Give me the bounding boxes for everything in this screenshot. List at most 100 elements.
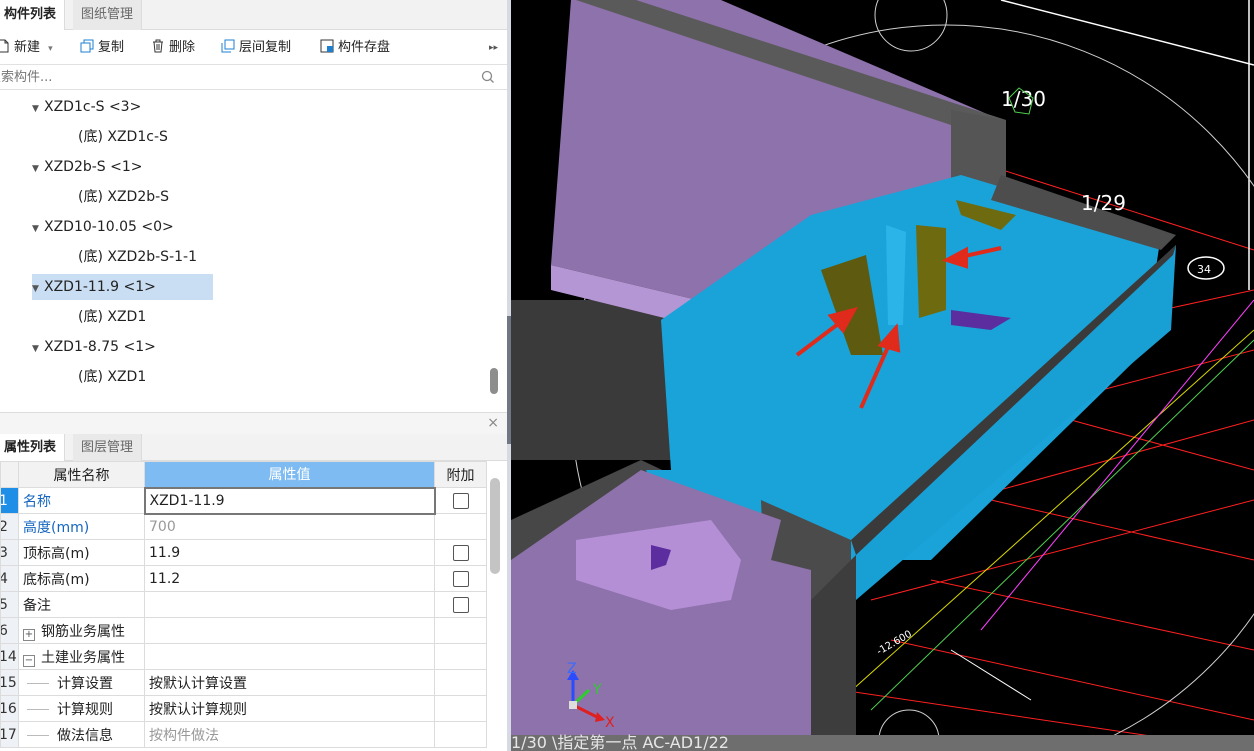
grid-bubble-label: 34 xyxy=(1197,263,1211,276)
caret-down-icon[interactable]: ▼ xyxy=(32,276,44,302)
tree-leaf[interactable]: (底) XZD1 xyxy=(78,364,146,390)
property-value[interactable]: 700 xyxy=(144,513,435,540)
expand-icon[interactable]: + xyxy=(23,628,35,641)
tab-drawing-management[interactable]: 图纸管理 xyxy=(73,0,143,30)
delete-button[interactable]: 删除 xyxy=(151,37,195,59)
search-input[interactable] xyxy=(0,65,458,89)
row-number-header xyxy=(0,461,19,488)
property-row[interactable]: 5 备注 xyxy=(0,591,487,618)
property-row[interactable]: 4 底标高(m) 11.2 xyxy=(0,565,487,592)
floor-copy-button-label: 层间复制 xyxy=(239,40,292,55)
property-group-label: 钢筋业务属性 xyxy=(41,623,125,640)
attach-cell xyxy=(434,643,487,670)
property-name: 底标高(m) xyxy=(18,565,145,592)
collapse-icon[interactable]: − xyxy=(23,654,35,667)
panel-divider[interactable]: × xyxy=(0,412,507,434)
property-row[interactable]: 3 顶标高(m) 11.9 xyxy=(0,539,487,566)
property-name: 计算设置 xyxy=(18,669,145,696)
property-value[interactable]: 11.2 xyxy=(144,565,435,592)
3d-scene[interactable]: 34 -12.600 Z Y X 1/30 1/29 xyxy=(511,0,1254,751)
property-group-row[interactable]: 14 − 土建业务属性 xyxy=(0,643,487,670)
copy-button[interactable]: 复制 xyxy=(80,37,124,59)
caret-down-icon[interactable]: ▼ xyxy=(32,336,44,362)
attach-checkbox[interactable] xyxy=(452,492,469,509)
save-component-button[interactable]: 构件存盘 xyxy=(320,37,390,59)
row-number: 3 xyxy=(0,539,19,566)
search-bar xyxy=(0,64,507,90)
attach-checkbox[interactable] xyxy=(452,570,469,587)
delete-button-label: 删除 xyxy=(169,40,196,55)
property-value[interactable]: 按默认计算规则 xyxy=(144,695,435,722)
floor-copy-icon xyxy=(221,39,235,53)
tree-scrollbar-thumb[interactable] xyxy=(490,368,498,394)
property-row[interactable]: 17 做法信息 按构件做法 xyxy=(0,721,487,748)
tab-property-list[interactable]: 属性列表 xyxy=(0,434,66,461)
property-value-input[interactable]: XZD1-11.9 xyxy=(143,486,436,515)
attach-cell xyxy=(434,565,487,592)
property-row[interactable]: 15 计算设置 按默认计算设置 xyxy=(0,669,487,696)
tree-node-label: XZD1c-S <3> xyxy=(44,99,142,115)
floor-copy-button[interactable]: 层间复制 xyxy=(221,37,291,59)
property-name: 做法信息 xyxy=(18,721,145,748)
property-group-name: + 钢筋业务属性 xyxy=(18,617,145,644)
row-number: 5 xyxy=(0,591,19,618)
property-name: 备注 xyxy=(18,591,145,618)
caret-down-icon[interactable]: ▼ xyxy=(32,96,44,122)
tree-leaf[interactable]: (底) XZD1 xyxy=(78,304,146,330)
property-row[interactable]: 2 高度(mm) 700 xyxy=(0,513,487,540)
property-value[interactable] xyxy=(144,591,435,618)
attach-cell xyxy=(434,539,487,566)
tab-layer-management[interactable]: 图层管理 xyxy=(73,434,143,461)
row-number: 6 xyxy=(0,617,19,644)
tab-component-list[interactable]: 构件列表 xyxy=(0,0,66,30)
attach-cell xyxy=(434,487,487,514)
property-group-row[interactable]: 6 + 钢筋业务属性 xyxy=(0,617,487,644)
tree-node[interactable]: ▼ XZD2b-S <1> xyxy=(32,154,143,180)
tree-node-label: XZD2b-S <1> xyxy=(44,159,143,175)
row-number: 14 xyxy=(0,643,19,670)
olive-column xyxy=(916,225,946,318)
property-name-label: 计算规则 xyxy=(57,701,113,718)
tree-leaf[interactable]: (底) XZD2b-S xyxy=(78,184,169,210)
new-button[interactable]: 新建 ▾ xyxy=(0,37,53,59)
more-tools-button[interactable]: ▸▸ xyxy=(489,37,498,59)
trash-icon xyxy=(153,39,163,53)
tree-leaf[interactable]: (底) XZD1c-S xyxy=(78,124,168,150)
property-name: 顶标高(m) xyxy=(18,539,145,566)
row-number: 16 xyxy=(0,695,19,722)
property-name-label: 计算设置 xyxy=(57,675,113,692)
tree-indent-line xyxy=(27,682,49,684)
property-row[interactable]: 1 名称 XZD1-11.9 xyxy=(0,486,487,515)
property-value[interactable]: 按构件做法 xyxy=(144,721,435,748)
tree-node-selected[interactable]: ▼ XZD1-11.9 <1> xyxy=(32,274,213,300)
row-number: 2 xyxy=(0,513,19,540)
blue-column xyxy=(886,225,906,325)
component-panel: 构件列表 图纸管理 新建 ▾ 复制 删除 层间复制 构件存盘 ▸▸ ▼XZD1c… xyxy=(0,0,507,751)
tree-node[interactable]: ▼ XZD1-8.75 <1> xyxy=(32,334,156,360)
tree-node-label: XZD1-8.75 <1> xyxy=(44,339,156,355)
component-tree: ▼ XZD1c-S <3> (底) XZD1c-S ▼ XZD2b-S <1> (底… xyxy=(0,92,490,410)
property-row[interactable]: 16 计算规则 按默认计算规则 xyxy=(0,695,487,722)
row-number: 4 xyxy=(0,565,19,592)
property-value[interactable]: 11.9 xyxy=(144,539,435,566)
property-scrollbar-thumb[interactable] xyxy=(490,478,500,574)
property-value[interactable]: 按默认计算设置 xyxy=(144,669,435,696)
3d-viewport[interactable]: 34 -12.600 Z Y X 1/30 1/29 1/30 \指定第一点 A… xyxy=(511,0,1254,751)
tree-leaf[interactable]: (底) XZD2b-S-1-1 xyxy=(78,244,197,270)
tree-node[interactable]: ▼ XZD1c-S <3> xyxy=(32,94,141,120)
property-name: 高度(mm) xyxy=(18,513,145,540)
attach-header: 附加 xyxy=(434,461,487,488)
tree-node[interactable]: ▼ XZD10-10.05 <0> xyxy=(32,214,174,240)
attach-cell xyxy=(434,721,487,748)
property-value-header[interactable]: 属性值 xyxy=(144,461,435,488)
caret-down-icon[interactable]: ▼ xyxy=(32,216,44,242)
copy-icon xyxy=(80,39,94,53)
tree-indent-line xyxy=(27,734,49,736)
caret-down-icon[interactable]: ▼ xyxy=(32,156,44,182)
component-toolbar: 新建 ▾ 复制 删除 层间复制 构件存盘 ▸▸ xyxy=(0,33,507,63)
tree-node-label: XZD10-10.05 <0> xyxy=(44,219,174,235)
attach-checkbox[interactable] xyxy=(452,596,469,613)
attach-checkbox[interactable] xyxy=(452,544,469,561)
close-icon[interactable]: × xyxy=(487,415,499,431)
search-icon[interactable] xyxy=(481,70,495,84)
